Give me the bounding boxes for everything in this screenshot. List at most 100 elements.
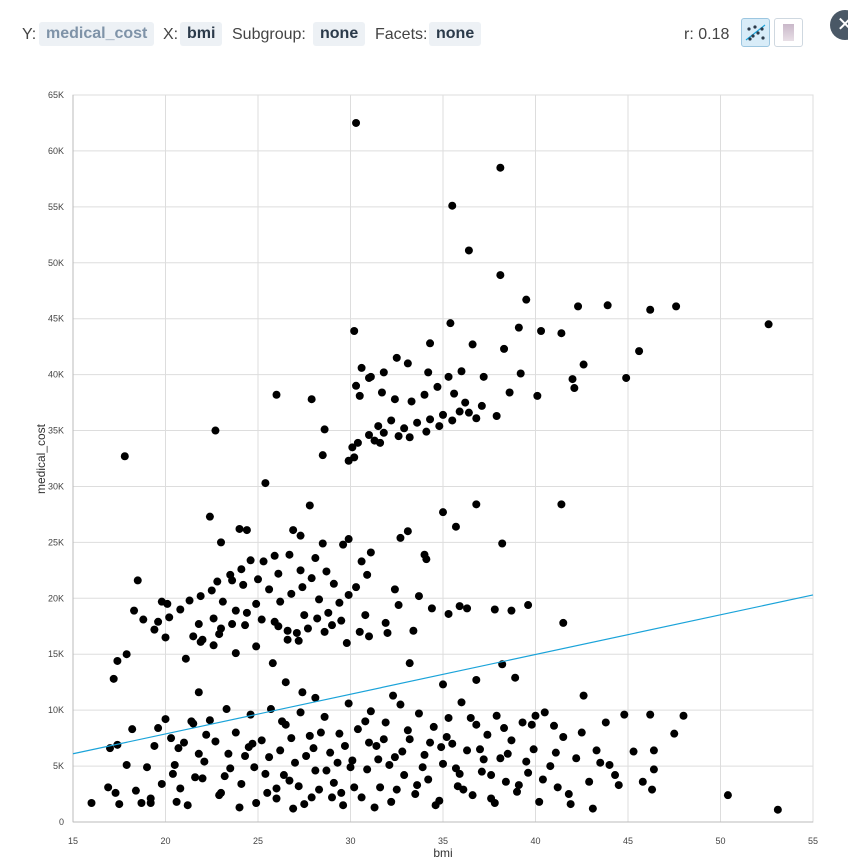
data-point (163, 599, 172, 608)
data-point (370, 803, 379, 812)
data-point (437, 743, 446, 752)
y-tick-label: 5K (53, 761, 64, 771)
data-point (507, 606, 516, 615)
data-point (538, 775, 547, 784)
data-point (498, 539, 507, 548)
x-tick-label: 30 (345, 836, 355, 846)
data-point (622, 373, 631, 382)
data-point (427, 604, 436, 613)
data-point (439, 759, 447, 768)
data-point (165, 613, 174, 622)
data-point (366, 548, 375, 557)
data-point (559, 618, 568, 627)
data-point (472, 414, 481, 423)
data-point (335, 598, 344, 607)
data-point (115, 800, 124, 809)
data-point (328, 621, 336, 630)
data-point (400, 424, 409, 433)
data-point (398, 747, 407, 756)
data-point (348, 756, 357, 765)
data-point (426, 738, 435, 747)
data-point (281, 678, 290, 687)
data-point (167, 734, 176, 743)
data-point (194, 688, 203, 697)
data-point (215, 630, 224, 639)
data-point (307, 574, 316, 583)
y-tick-label: 45K (48, 314, 64, 324)
data-point (455, 602, 464, 611)
data-point (383, 628, 392, 637)
data-point (524, 768, 533, 777)
data-point (507, 736, 516, 745)
data-point (252, 798, 261, 807)
data-point (231, 728, 240, 737)
data-point (629, 747, 638, 756)
data-point (513, 787, 521, 796)
data-point (366, 707, 375, 716)
data-point (342, 639, 351, 648)
data-point (420, 390, 429, 399)
data-point (355, 627, 364, 636)
y-tick-label: 10K (48, 705, 64, 715)
data-point (420, 550, 429, 559)
data-point (200, 757, 209, 766)
x-tick-label: 50 (715, 836, 725, 846)
data-point (376, 438, 385, 447)
data-point (252, 599, 261, 608)
data-point (550, 721, 558, 730)
data-point (154, 724, 163, 733)
data-point (337, 616, 346, 625)
data-point (315, 595, 324, 604)
data-point (348, 443, 357, 452)
data-point (505, 388, 514, 397)
data-point (130, 606, 139, 615)
data-point (472, 500, 481, 509)
data-point (296, 531, 305, 540)
data-point (372, 741, 381, 750)
data-point (122, 760, 131, 769)
data-point (564, 790, 573, 799)
data-point (265, 585, 274, 594)
data-point (457, 698, 466, 707)
data-point (413, 418, 422, 427)
data-point (207, 586, 216, 595)
data-point (104, 783, 113, 792)
data-point (638, 777, 647, 786)
data-point (196, 592, 205, 601)
data-point (405, 659, 414, 668)
data-point (313, 614, 322, 623)
data-point (572, 754, 581, 763)
data-point (239, 580, 248, 589)
y-axis-title: medical_cost (34, 423, 48, 494)
data-point (335, 729, 344, 738)
data-point (211, 426, 220, 435)
data-point (411, 790, 420, 799)
data-point (257, 736, 266, 745)
data-point (463, 604, 472, 613)
y-tick-label: 35K (48, 426, 64, 436)
data-point (361, 611, 370, 620)
data-point (274, 622, 283, 631)
data-point (448, 739, 457, 748)
data-point (459, 785, 468, 794)
data-point (649, 765, 658, 774)
data-point (242, 608, 251, 617)
data-point (389, 691, 398, 700)
data-point (146, 798, 155, 807)
data-point (620, 710, 629, 719)
x-tick-label: 35 (438, 836, 448, 846)
data-point (350, 453, 359, 462)
data-point (403, 359, 412, 368)
data-point (298, 583, 307, 592)
x-tick-label: 20 (160, 836, 170, 846)
data-point (287, 734, 296, 743)
data-point (529, 745, 538, 754)
data-point (357, 557, 366, 566)
data-point (235, 803, 244, 812)
data-point (468, 340, 477, 349)
data-point (646, 305, 655, 314)
data-point (352, 583, 361, 592)
data-point (305, 731, 314, 740)
data-point (557, 500, 566, 509)
data-point (614, 781, 623, 790)
